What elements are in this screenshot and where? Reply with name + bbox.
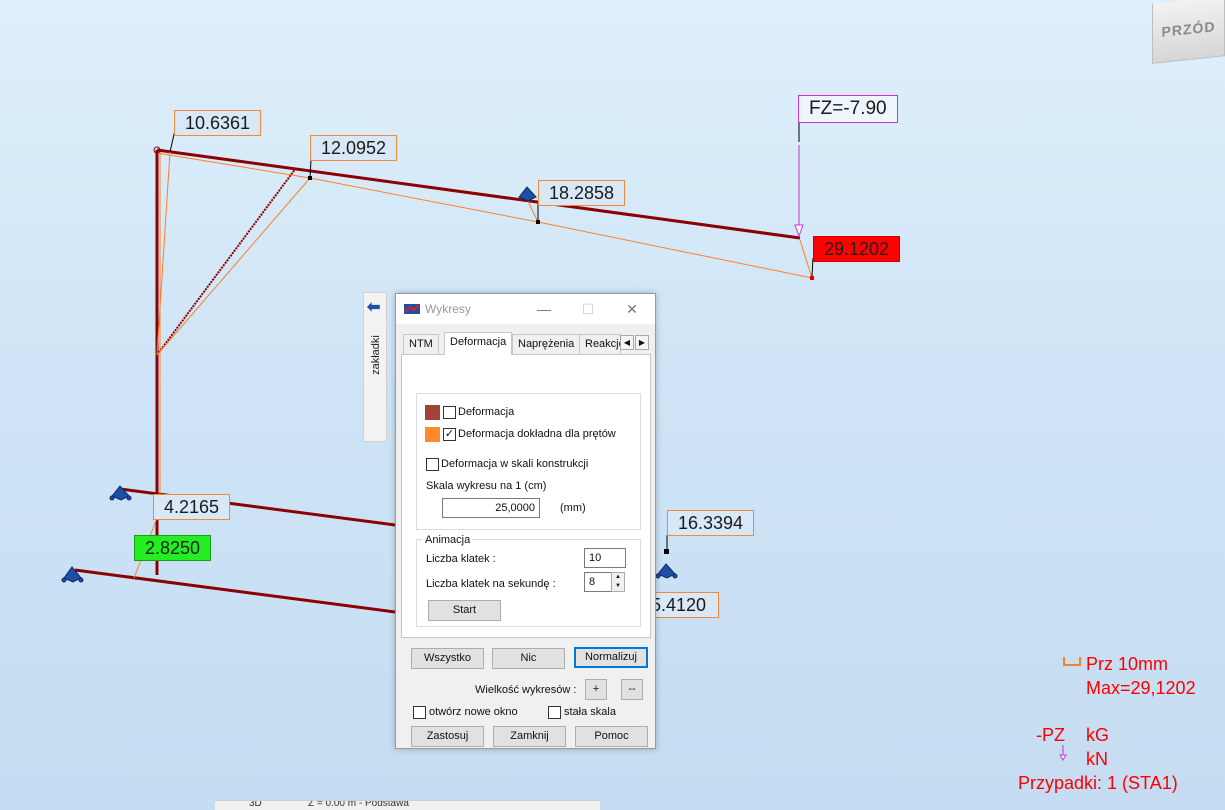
level-indicator[interactable]: Z = 0.00 m - Podstawa	[308, 801, 409, 809]
legend-max: Max=29,1202	[1086, 678, 1196, 698]
deformation-checkbox[interactable]	[443, 406, 456, 419]
legend-load-unit: kG	[1086, 725, 1110, 745]
frames-input[interactable]: 10	[584, 548, 626, 568]
view-mode[interactable]: 3D	[249, 801, 262, 809]
fps-spinner[interactable]: ▲ ▼	[611, 572, 625, 592]
dialog-title: Wykresy	[425, 302, 471, 316]
tab-ntm[interactable]: NTM	[403, 334, 439, 354]
fps-input[interactable]: 8	[584, 572, 612, 592]
status-bar: 3D Z = 0.00 m - Podstawa	[215, 800, 600, 810]
max-value-label: 29.1202	[813, 236, 901, 262]
tab-scroll-left-icon[interactable]: ◀	[620, 335, 634, 350]
fps-label: Liczba klatek na sekundę :	[426, 578, 556, 590]
exact-deformation-checkbox[interactable]: ✓	[443, 428, 456, 441]
support-icon	[655, 563, 678, 579]
legend-scale: Prz 10mm	[1086, 654, 1169, 674]
spin-up-icon[interactable]: ▲	[612, 573, 624, 582]
chart-size-label: Wielkość wykresów :	[475, 684, 577, 696]
value-label: 10.6361	[174, 110, 262, 136]
arrow-left-icon: ⬅	[367, 299, 381, 316]
load-arrow-icon	[1059, 745, 1067, 761]
apply-button[interactable]: Zastosuj	[411, 726, 484, 747]
select-none-button[interactable]: Nic	[492, 648, 565, 669]
bookmarks-label: zakładki	[370, 335, 382, 375]
constant-scale-label: stała skala	[564, 706, 616, 718]
tab-reakcje[interactable]: Reakcje	[579, 334, 621, 354]
size-plus-button[interactable]: +	[585, 679, 607, 700]
close-button[interactable]: ✕	[618, 298, 646, 320]
support-icon	[109, 485, 132, 501]
minimize-button[interactable]: —	[530, 298, 558, 320]
value-label: 16.3394	[667, 510, 755, 536]
tab-deformacja[interactable]: Deformacja	[444, 332, 513, 355]
deformation-color-swatch[interactable]	[425, 405, 440, 420]
value-label: 4.2165	[153, 494, 231, 520]
construction-scale-label: Deformacja w skali konstrukcji	[441, 458, 589, 470]
legend-cases: Przypadki: 1 (STA1)	[1018, 773, 1178, 793]
normalize-button[interactable]: Normalizuj	[574, 647, 648, 668]
chart-legend: Prz 10mm Max=29,1202 -PZ kG kN Przypadki…	[1015, 652, 1220, 797]
help-button[interactable]: Pomoc	[575, 726, 648, 747]
load-label: FZ=-7.90	[798, 95, 898, 123]
legend-force-unit: kN	[1086, 749, 1108, 769]
frames-label: Liczba klatek :	[426, 553, 496, 565]
legend-load: -PZ	[1036, 725, 1065, 745]
scale-input[interactable]: 25,0000	[442, 498, 540, 518]
tab-scroll-right-icon[interactable]: ▶	[635, 335, 649, 350]
app-icon	[404, 304, 420, 314]
exact-deformation-label: Deformacja dokładna dla prętów	[458, 428, 616, 440]
close-dialog-button[interactable]: Zamknij	[493, 726, 566, 747]
animation-legend: Animacja	[423, 534, 473, 546]
size-minus-button[interactable]: --	[621, 679, 643, 700]
dialog-titlebar[interactable]: Wykresy — ☐ ✕	[396, 294, 655, 324]
construction-scale-checkbox[interactable]	[426, 458, 439, 471]
deformation-panel: Deformacja ✓ Deformacja dokładna dla prę…	[401, 354, 651, 638]
bracket-icon	[1063, 657, 1081, 666]
open-new-window-label: otwórz nowe okno	[429, 706, 518, 718]
deformation-label: Deformacja	[458, 406, 515, 418]
deformation-options-group: Deformacja ✓ Deformacja dokładna dla prę…	[416, 393, 641, 530]
value-label: 18.2858	[538, 180, 626, 206]
bookmarks-tab[interactable]: ⬅ zakładki	[363, 292, 387, 442]
start-button[interactable]: Start	[428, 600, 501, 621]
scale-unit: (mm)	[560, 502, 586, 514]
tab-naprezenia[interactable]: Naprężenia	[512, 334, 581, 354]
view-cube[interactable]: PRZÓD	[1152, 0, 1225, 64]
animation-group: Animacja Liczba klatek : 10 Liczba klate…	[416, 534, 641, 627]
load-arrow	[794, 122, 804, 238]
exact-deformation-color-swatch[interactable]	[425, 427, 440, 442]
select-all-button[interactable]: Wszystko	[411, 648, 484, 669]
spin-down-icon[interactable]: ▼	[612, 582, 624, 591]
constant-scale-checkbox[interactable]	[548, 706, 561, 719]
maximize-button[interactable]: ☐	[574, 298, 602, 320]
open-new-window-checkbox[interactable]	[413, 706, 426, 719]
scale-label: Skala wykresu na 1 (cm)	[426, 480, 547, 492]
min-value-label: 2.8250	[134, 535, 212, 561]
charts-dialog: Wykresy — ☐ ✕ NTM Deformacja Naprężenia …	[395, 293, 656, 749]
value-label: 12.0952	[310, 135, 398, 161]
